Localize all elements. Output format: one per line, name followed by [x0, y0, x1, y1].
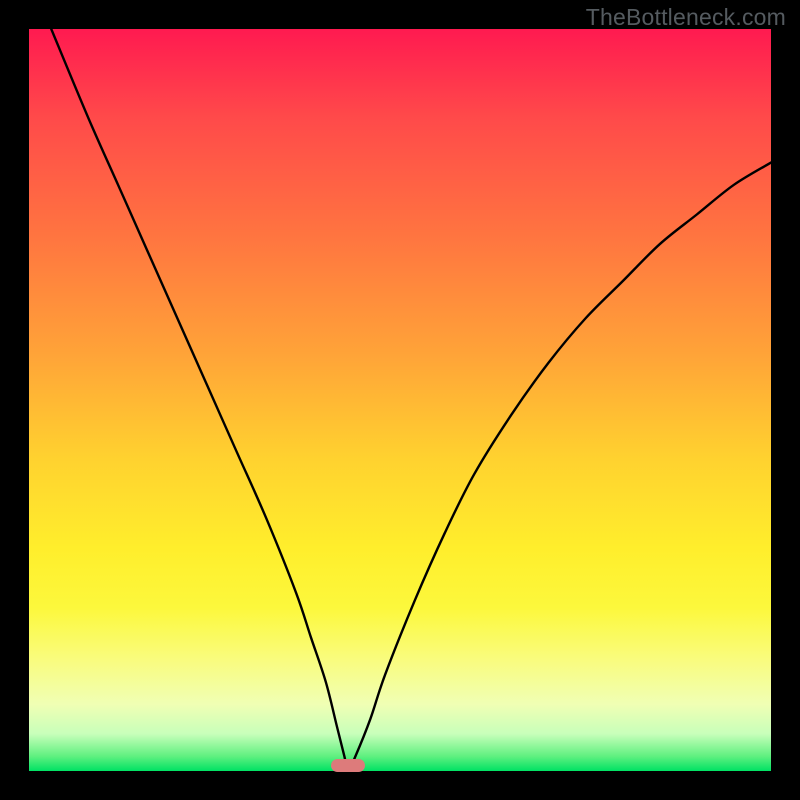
plot-area: [29, 29, 771, 771]
watermark-text: TheBottleneck.com: [586, 4, 786, 31]
chart-frame: TheBottleneck.com: [0, 0, 800, 800]
min-marker: [331, 759, 364, 772]
bottleneck-curve: [29, 29, 771, 771]
